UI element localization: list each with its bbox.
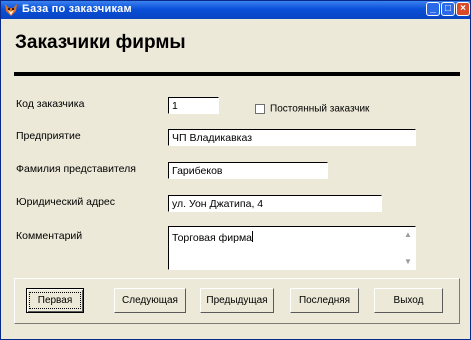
- next-record-button[interactable]: Следующая: [114, 288, 186, 313]
- first-record-button[interactable]: Первая: [26, 288, 84, 313]
- maximize-button[interactable]: □: [441, 2, 455, 16]
- representative-label: Фамилия представителя: [16, 163, 136, 175]
- form-body: Заказчики фирмы Код заказчика 1 Постоянн…: [4, 20, 467, 336]
- page-title: Заказчики фирмы: [15, 32, 186, 53]
- checkbox-box[interactable]: [255, 103, 265, 114]
- scroll-up-icon[interactable]: ▲: [401, 228, 415, 241]
- regular-customer-label: Постоянный заказчик: [270, 103, 370, 115]
- heading-divider: [14, 72, 460, 76]
- regular-customer-checkbox[interactable]: Постоянный заказчик: [255, 100, 369, 118]
- legal-address-field[interactable]: ул. Уон Джатипа, 4: [168, 195, 382, 212]
- legal-address-label: Юридический адрес: [16, 196, 116, 208]
- comment-textarea[interactable]: Торговая фирма ▲ ▼: [168, 226, 416, 270]
- exit-button[interactable]: Выход: [374, 288, 443, 313]
- comment-label: Комментарий: [16, 230, 83, 242]
- window-title: База по заказчикам: [22, 3, 132, 15]
- title-bar[interactable]: База по заказчикам _ □ ×: [1, 1, 470, 19]
- minimize-button[interactable]: _: [426, 2, 440, 16]
- company-label: Предприятие: [16, 130, 81, 142]
- app-window: База по заказчикам _ □ × Заказчики фирмы…: [0, 0, 471, 340]
- comment-text: Торговая фирма: [172, 232, 253, 244]
- first-button-label: Первая: [28, 292, 82, 309]
- company-field[interactable]: ЧП Владикавказ: [168, 129, 416, 146]
- comment-scrollbar[interactable]: ▲ ▼: [401, 227, 415, 269]
- representative-field[interactable]: Гарибеков: [168, 162, 328, 179]
- close-button[interactable]: ×: [456, 2, 470, 16]
- text-caret: [252, 231, 254, 242]
- fox-icon: [5, 4, 17, 16]
- scroll-down-icon[interactable]: ▼: [401, 255, 415, 268]
- customer-code-field[interactable]: 1: [168, 97, 219, 114]
- last-record-button[interactable]: Последняя: [290, 288, 359, 313]
- previous-record-button[interactable]: Предыдущая: [200, 288, 274, 313]
- customer-code-label: Код заказчика: [16, 98, 85, 110]
